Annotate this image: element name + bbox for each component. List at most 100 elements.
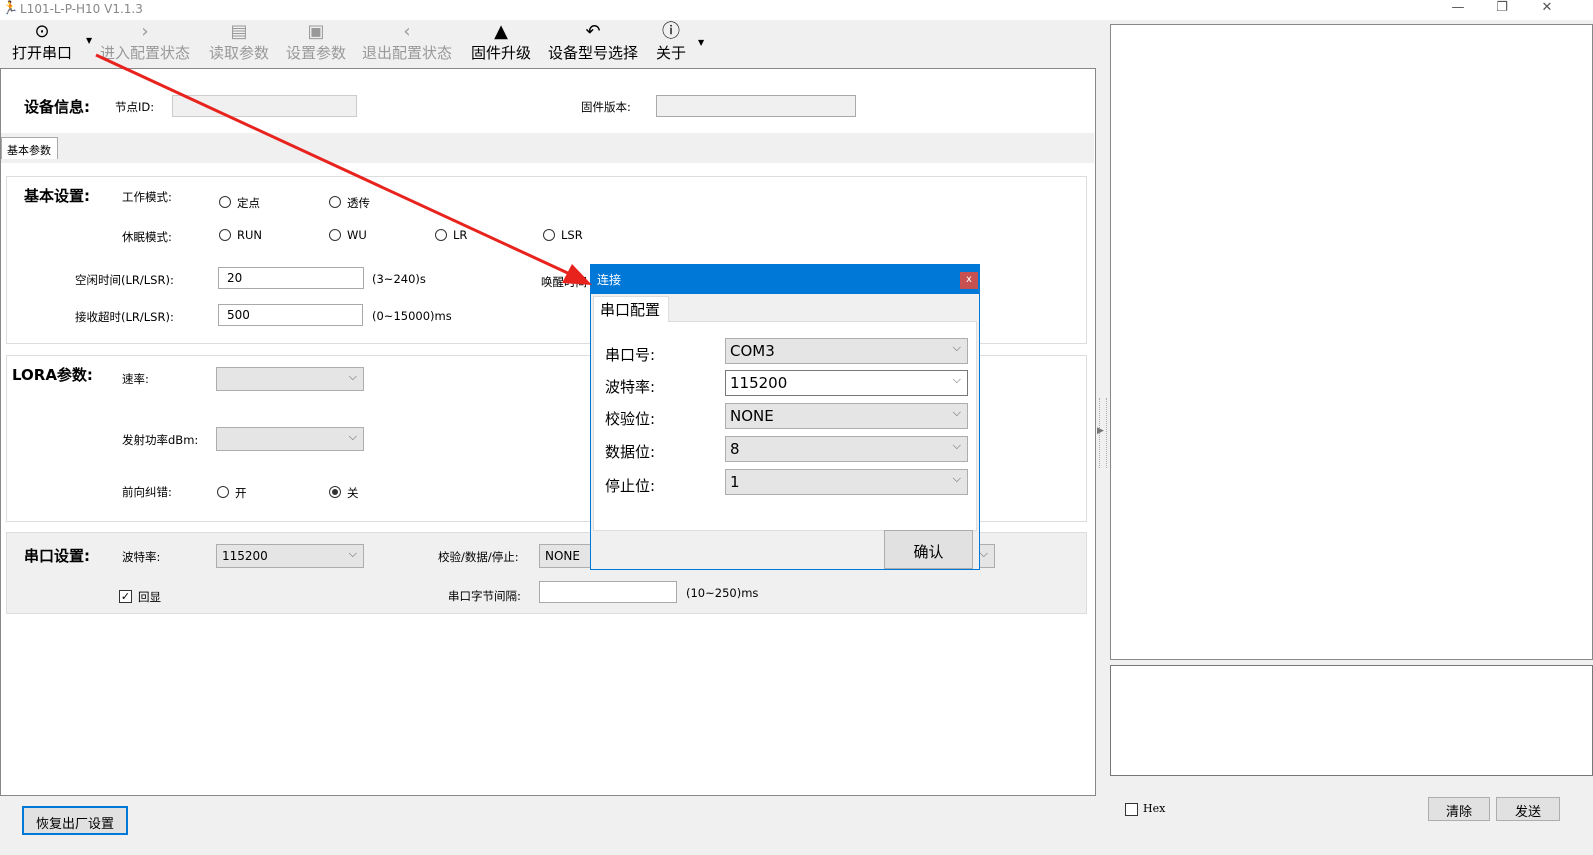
restore-factory-button[interactable]: 恢复出厂设置	[22, 806, 128, 835]
receive-area[interactable]	[1110, 24, 1593, 660]
label: 设备型号选择	[548, 44, 639, 62]
serial-heading: 串口设置:	[24, 547, 90, 565]
toolbar: ⊙ 打开串口 ▼ › 进入配置状态 ▤ 读取参数 ▣ 设置参数 ‹ 退出配置状态 ▲ 固件升…	[0, 20, 1108, 68]
port-select[interactable]: COM3	[725, 338, 968, 364]
open-port-button[interactable]: ⊙ 打开串口	[12, 20, 72, 66]
hex-checkbox[interactable]	[1125, 803, 1138, 816]
save-icon: ▣	[307, 21, 325, 42]
dialog-title-bar	[591, 265, 979, 294]
echo-label: 回显	[138, 590, 161, 604]
baud-label: 波特率:	[605, 378, 656, 396]
device-model-button[interactable]: ↶ 设备型号选择	[548, 20, 638, 66]
document-search-icon: ▤	[230, 21, 248, 42]
sleep-mode-label: 休眠模式:	[122, 230, 172, 244]
label: 关	[347, 486, 359, 500]
label: LSR	[561, 228, 583, 242]
basic-settings-heading: 基本设置:	[24, 187, 90, 205]
rate-label: 速率:	[122, 372, 149, 386]
fec-label: 前向纠错:	[122, 485, 172, 499]
window-title: L101-L-P-H10 V1.1.3	[20, 2, 143, 16]
label: 打开串口	[12, 44, 73, 62]
maximize-button[interactable]: ❐	[1487, 0, 1517, 15]
idle-time-label: 空闲时间(LR/LSR):	[75, 273, 174, 287]
radio-fixed-point[interactable]	[219, 196, 231, 208]
baud-label: 波特率:	[122, 550, 161, 564]
location-check-icon: ⊙	[34, 21, 50, 42]
dialog-title: 连接	[597, 273, 622, 287]
firmware-upgrade-button[interactable]: ▲ 固件升级	[471, 20, 531, 66]
chevron-right-icon: ›	[141, 21, 149, 42]
power-label: 发射功率dBm:	[122, 433, 199, 447]
exit-config-button[interactable]: ‹ 退出配置状态	[362, 20, 452, 66]
power-select[interactable]	[216, 427, 364, 451]
read-params-button[interactable]: ▤ 读取参数	[209, 20, 269, 66]
radio-lsr[interactable]	[543, 229, 555, 241]
enter-config-button[interactable]: › 进入配置状态	[100, 20, 190, 66]
node-id-label: 节点ID:	[115, 100, 155, 114]
port-label: 串口号:	[605, 346, 656, 364]
interval-input[interactable]	[539, 581, 677, 603]
send-input[interactable]	[1110, 665, 1593, 776]
radio-fec-on[interactable]	[217, 486, 229, 498]
connect-dialog: 连接 x 串口配置 串口号: COM3 波特率: 115200 校验位: NON…	[590, 264, 980, 570]
parity-select[interactable]: NONE	[725, 403, 968, 429]
firmware-field[interactable]	[656, 95, 856, 117]
data-bits-label: 数据位:	[605, 443, 656, 461]
tab-basic-params[interactable]: 基本参数	[1, 137, 58, 159]
baud-select[interactable]: 115200	[725, 370, 968, 396]
label: 关于	[656, 44, 687, 62]
label: WU	[347, 228, 367, 242]
parity-label: 校验位:	[605, 410, 656, 428]
label: RUN	[237, 228, 263, 242]
info-icon: ⓘ	[662, 21, 680, 42]
app-logo-icon: 🏃	[2, 1, 19, 16]
minimize-button[interactable]: —	[1443, 0, 1473, 15]
hex-label: Hex	[1143, 802, 1166, 815]
clear-button[interactable]: 清除	[1428, 797, 1490, 821]
radio-transparent[interactable]	[329, 196, 341, 208]
recv-timeout-input[interactable]: 500	[218, 304, 363, 326]
lora-heading: LORA参数:	[12, 366, 93, 384]
baud-select[interactable]: 115200	[216, 544, 364, 568]
echo-checkbox[interactable]: ✓	[119, 590, 132, 603]
label: 读取参数	[209, 44, 270, 62]
dropdown-arrow-icon[interactable]: ▼	[86, 36, 92, 45]
radio-wu[interactable]	[329, 229, 341, 241]
radio-lr[interactable]	[435, 229, 447, 241]
label: 固件升级	[471, 44, 532, 62]
label: LR	[453, 228, 468, 242]
label: 开	[235, 486, 247, 500]
dialog-close-button[interactable]: x	[960, 272, 978, 289]
tab-strip	[1, 133, 1094, 163]
title-bar: 🏃 L101-L-P-H10 V1.1.3 — ❐ ✕	[0, 0, 1593, 20]
idle-range: (3~240)s	[372, 272, 426, 286]
recv-timeout-label: 接收超时(LR/LSR):	[75, 310, 174, 324]
stop-bits-label: 停止位:	[605, 477, 656, 495]
wake-time-label: 唤醒时间	[541, 275, 587, 289]
expand-arrow-icon[interactable]: ▶	[1097, 426, 1104, 436]
label: 进入配置状态	[100, 44, 191, 62]
label: 退出配置状态	[362, 44, 453, 62]
send-button[interactable]: 发送	[1496, 797, 1560, 821]
set-params-button[interactable]: ▣ 设置参数	[286, 20, 346, 66]
overflow-arrow-icon[interactable]: ▼	[698, 38, 704, 47]
firmware-label: 固件版本:	[581, 100, 631, 114]
label: 设置参数	[286, 44, 347, 62]
close-button[interactable]: ✕	[1532, 0, 1562, 15]
stop-bits-select[interactable]: 1	[725, 469, 968, 495]
radio-fec-off[interactable]	[329, 486, 341, 498]
rate-select[interactable]	[216, 367, 364, 391]
rocket-icon: ▲	[494, 21, 508, 42]
node-id-field[interactable]	[172, 95, 357, 117]
tab-serial-config[interactable]: 串口配置	[593, 296, 669, 322]
undo-arrow-icon: ↶	[585, 21, 601, 42]
data-bits-select[interactable]: 8	[725, 436, 968, 462]
radio-run[interactable]	[219, 229, 231, 241]
confirm-button[interactable]: 确认	[884, 530, 973, 569]
chevron-left-icon: ‹	[403, 21, 411, 42]
interval-label: 串口字节间隔:	[448, 589, 521, 603]
idle-time-input[interactable]: 20	[218, 267, 364, 289]
work-mode-label: 工作模式:	[122, 190, 172, 204]
label: 定点	[237, 196, 260, 210]
about-button[interactable]: ⓘ 关于	[656, 20, 686, 66]
